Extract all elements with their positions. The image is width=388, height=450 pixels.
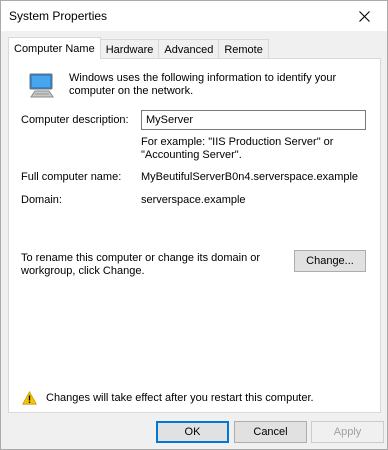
computer-name-panel: Windows uses the following information t… — [8, 58, 381, 413]
change-button[interactable]: Change... — [294, 250, 366, 272]
warning-icon — [22, 391, 37, 405]
ok-button[interactable]: OK — [156, 421, 229, 443]
apply-button[interactable]: Apply — [311, 421, 384, 443]
domain-label: Domain: — [21, 194, 62, 206]
intro-text: Windows uses the following information t… — [69, 72, 337, 97]
title-bar[interactable]: System Properties — [1, 1, 387, 31]
tab-hardware[interactable]: Hardware — [99, 39, 160, 59]
close-icon — [358, 10, 370, 22]
system-properties-window: System Properties Computer Name Hardware… — [0, 0, 388, 450]
computer-description-input[interactable] — [141, 110, 366, 130]
cancel-button[interactable]: Cancel — [234, 421, 307, 443]
domain-value: serverspace.example — [141, 194, 246, 206]
tab-computer-name[interactable]: Computer Name — [8, 37, 101, 59]
tab-advanced[interactable]: Advanced — [158, 39, 220, 59]
description-label: Computer description: — [21, 114, 129, 126]
dialog-body: Computer Name Hardware Advanced Remote W… — [1, 31, 387, 449]
tab-strip: Computer Name Hardware Advanced Remote — [8, 37, 269, 59]
computer-icon — [29, 73, 54, 98]
window-title: System Properties — [9, 9, 108, 23]
full-name-value: MyBeutifulServerB0n4.serverspace.example — [141, 171, 359, 183]
full-name-label: Full computer name: — [21, 171, 122, 183]
description-example: For example: "IIS Production Server" or … — [141, 136, 334, 161]
restart-warning: Changes will take effect after you resta… — [46, 392, 314, 404]
tab-remote[interactable]: Remote — [218, 39, 269, 59]
close-button[interactable] — [341, 1, 387, 31]
rename-instructions: To rename this computer or change its do… — [21, 252, 261, 277]
